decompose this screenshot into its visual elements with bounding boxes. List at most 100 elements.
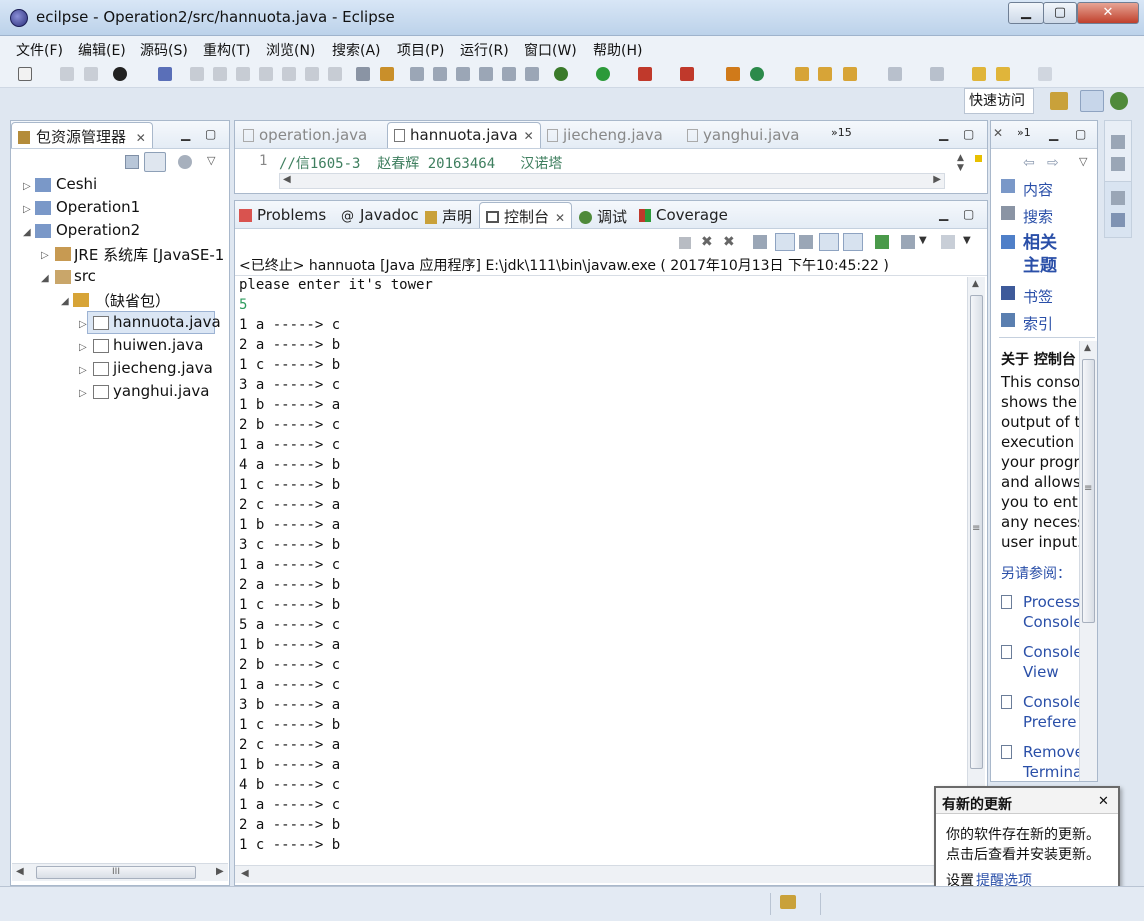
tab-hannuota[interactable]: hannuota.java ✕ xyxy=(387,122,541,148)
skip-breakpoints-icon[interactable] xyxy=(158,67,172,81)
expand-arrow-icon[interactable]: ▷ xyxy=(79,388,87,399)
maximize-icon[interactable]: ▢ xyxy=(963,207,974,221)
expand-arrow-icon[interactable]: ▷ xyxy=(41,250,49,261)
tree-item-yanghui[interactable]: yanghui.java xyxy=(113,382,209,400)
collapse-arrow-icon[interactable]: ◢ xyxy=(23,227,31,238)
minimize-icon[interactable]: ▁ xyxy=(181,127,190,141)
scroll-up-icon[interactable]: ▲ xyxy=(1084,343,1091,353)
help-link-related-topics[interactable]: 相关 主题 xyxy=(1023,232,1057,278)
save-icon[interactable] xyxy=(60,67,74,81)
expand-arrow-icon[interactable]: ▷ xyxy=(79,365,87,376)
back-icon[interactable] xyxy=(996,67,1010,81)
close-tab-icon[interactable]: ✕ xyxy=(524,129,534,143)
tab-overflow[interactable]: »1 xyxy=(1017,126,1031,139)
menu-search[interactable]: 搜索(A) xyxy=(332,40,381,60)
display-console-icon[interactable] xyxy=(901,235,915,249)
see-also-link[interactable]: Remove xyxy=(1023,743,1084,761)
tab-javadoc[interactable]: @ Javadoc xyxy=(341,206,419,224)
tab-operation[interactable]: operation.java xyxy=(243,126,367,144)
close-button[interactable]: ✕ xyxy=(1077,2,1139,24)
tab-problems[interactable]: Problems xyxy=(239,206,326,224)
dropdown-icon[interactable]: ▼ xyxy=(963,235,971,246)
menu-help[interactable]: 帮助(H) xyxy=(593,40,642,60)
maximize-icon[interactable]: ▢ xyxy=(205,127,216,141)
word-wrap-icon[interactable] xyxy=(799,235,813,249)
help-link-index[interactable]: 索引 xyxy=(1023,313,1053,334)
scroll-up-icon[interactable]: ▲ xyxy=(972,279,979,289)
back-arrow-icon[interactable]: ⇦ xyxy=(1023,155,1035,171)
see-also-link[interactable]: Termina xyxy=(1023,763,1082,781)
maximize-icon[interactable]: ▢ xyxy=(963,127,974,141)
scroll-left-icon[interactable]: ◀ xyxy=(283,174,291,185)
minimize-button[interactable]: ▁ xyxy=(1008,2,1044,24)
editor-vertical-scroll[interactable]: ▲ ▼ xyxy=(957,153,964,173)
help-vertical-scrollbar[interactable]: ▲ ≡ xyxy=(1079,341,1097,781)
step-into-icon[interactable] xyxy=(282,67,296,81)
menu-file[interactable]: 文件(F) xyxy=(16,40,63,60)
profile-icon[interactable] xyxy=(113,67,127,81)
tree-item-hannuota[interactable]: hannuota.java xyxy=(113,313,221,331)
collapse-arrow-icon[interactable]: ◢ xyxy=(61,296,69,307)
close-tab-icon[interactable]: ✕ xyxy=(136,131,146,145)
menu-project[interactable]: 项目(P) xyxy=(397,40,444,60)
see-also-link[interactable]: Console xyxy=(1023,693,1083,711)
quick-access-input[interactable]: 快速访问 xyxy=(964,88,1034,114)
show-on-stdout-icon[interactable] xyxy=(819,233,839,251)
coverage-icon[interactable] xyxy=(638,67,652,81)
open-task-icon[interactable] xyxy=(818,67,832,81)
update-notification[interactable]: 有新的更新 ✕ 你的软件存在新的更新。 点击后查看并安装更新。 设置 提醒选项 xyxy=(934,786,1120,896)
package-explorer-tab[interactable]: 包资源管理器 ✕ xyxy=(11,122,153,148)
coverage-tool-icon[interactable] xyxy=(380,67,394,81)
scroll-right-icon[interactable]: ▶ xyxy=(216,866,224,877)
close-tab-icon[interactable]: ✕ xyxy=(555,211,565,225)
view-menu-icon[interactable]: ▽ xyxy=(207,154,215,167)
tree-item-huiwen[interactable]: huiwen.java xyxy=(113,336,203,354)
minimize-icon[interactable]: ▁ xyxy=(939,207,948,221)
next-annotation-icon[interactable] xyxy=(888,67,902,81)
prev-annotation-icon[interactable] xyxy=(930,67,944,81)
collapse-arrow-icon[interactable]: ◢ xyxy=(41,273,49,284)
scroll-right-icon[interactable]: ▶ xyxy=(933,174,941,185)
see-also-link[interactable]: Process xyxy=(1023,593,1080,611)
forward-arrow-icon[interactable]: ⇨ xyxy=(1047,155,1059,171)
outline-icon[interactable] xyxy=(1111,157,1125,171)
minimize-icon[interactable]: ▁ xyxy=(1049,127,1058,141)
maximize-icon[interactable]: ▢ xyxy=(1075,127,1086,141)
tree-item-ceshi[interactable]: Ceshi xyxy=(56,175,97,193)
step-over-icon[interactable] xyxy=(305,67,319,81)
expand-arrow-icon[interactable]: ▷ xyxy=(23,181,31,192)
tab-overflow[interactable]: »15 xyxy=(831,126,852,139)
forward-icon[interactable] xyxy=(1038,67,1052,81)
tab-debug[interactable]: 调试 xyxy=(579,206,627,227)
tab-console[interactable]: 控制台 ✕ xyxy=(479,202,573,228)
java-perspective-icon[interactable] xyxy=(1080,90,1104,112)
new-icon[interactable] xyxy=(18,67,32,81)
expand-arrow-icon[interactable]: ▷ xyxy=(79,319,87,330)
debug-icon[interactable] xyxy=(554,67,568,81)
pin-console-icon[interactable] xyxy=(875,235,889,249)
notification-close-icon[interactable]: ✕ xyxy=(1098,794,1109,809)
console-vertical-scrollbar[interactable]: ▲ ≡ ▼ xyxy=(967,277,985,865)
terminate-icon[interactable] xyxy=(236,67,250,81)
tab-coverage[interactable]: Coverage xyxy=(639,206,728,224)
see-also-link[interactable]: Console xyxy=(1023,613,1083,631)
menu-window[interactable]: 窗口(W) xyxy=(524,40,577,60)
tab-yanghui[interactable]: yanghui.java xyxy=(687,126,799,144)
external-tools-icon[interactable] xyxy=(680,67,694,81)
menu-refactor[interactable]: 重构(T) xyxy=(203,40,250,60)
last-edit-icon[interactable] xyxy=(972,67,986,81)
disconnect-icon[interactable] xyxy=(259,67,273,81)
tab-jiecheng[interactable]: jiecheng.java xyxy=(547,126,663,144)
search-tool-icon[interactable] xyxy=(843,67,857,81)
console-horizontal-scrollbar[interactable]: ◀ xyxy=(235,865,967,883)
new-class-icon[interactable] xyxy=(750,67,764,81)
terminate-icon[interactable] xyxy=(679,237,691,249)
help-link-contents[interactable]: 内容 xyxy=(1023,179,1053,200)
expand-arrow-icon[interactable]: ▷ xyxy=(23,204,31,215)
see-also-link[interactable]: View xyxy=(1023,663,1059,681)
clear-console-icon[interactable] xyxy=(753,235,767,249)
editor-horizontal-scrollbar[interactable]: ◀ ▶ xyxy=(279,173,945,189)
block-icon[interactable] xyxy=(479,67,493,81)
see-also-link[interactable]: Prefere xyxy=(1023,713,1076,731)
collapse-all-icon[interactable] xyxy=(125,155,139,169)
